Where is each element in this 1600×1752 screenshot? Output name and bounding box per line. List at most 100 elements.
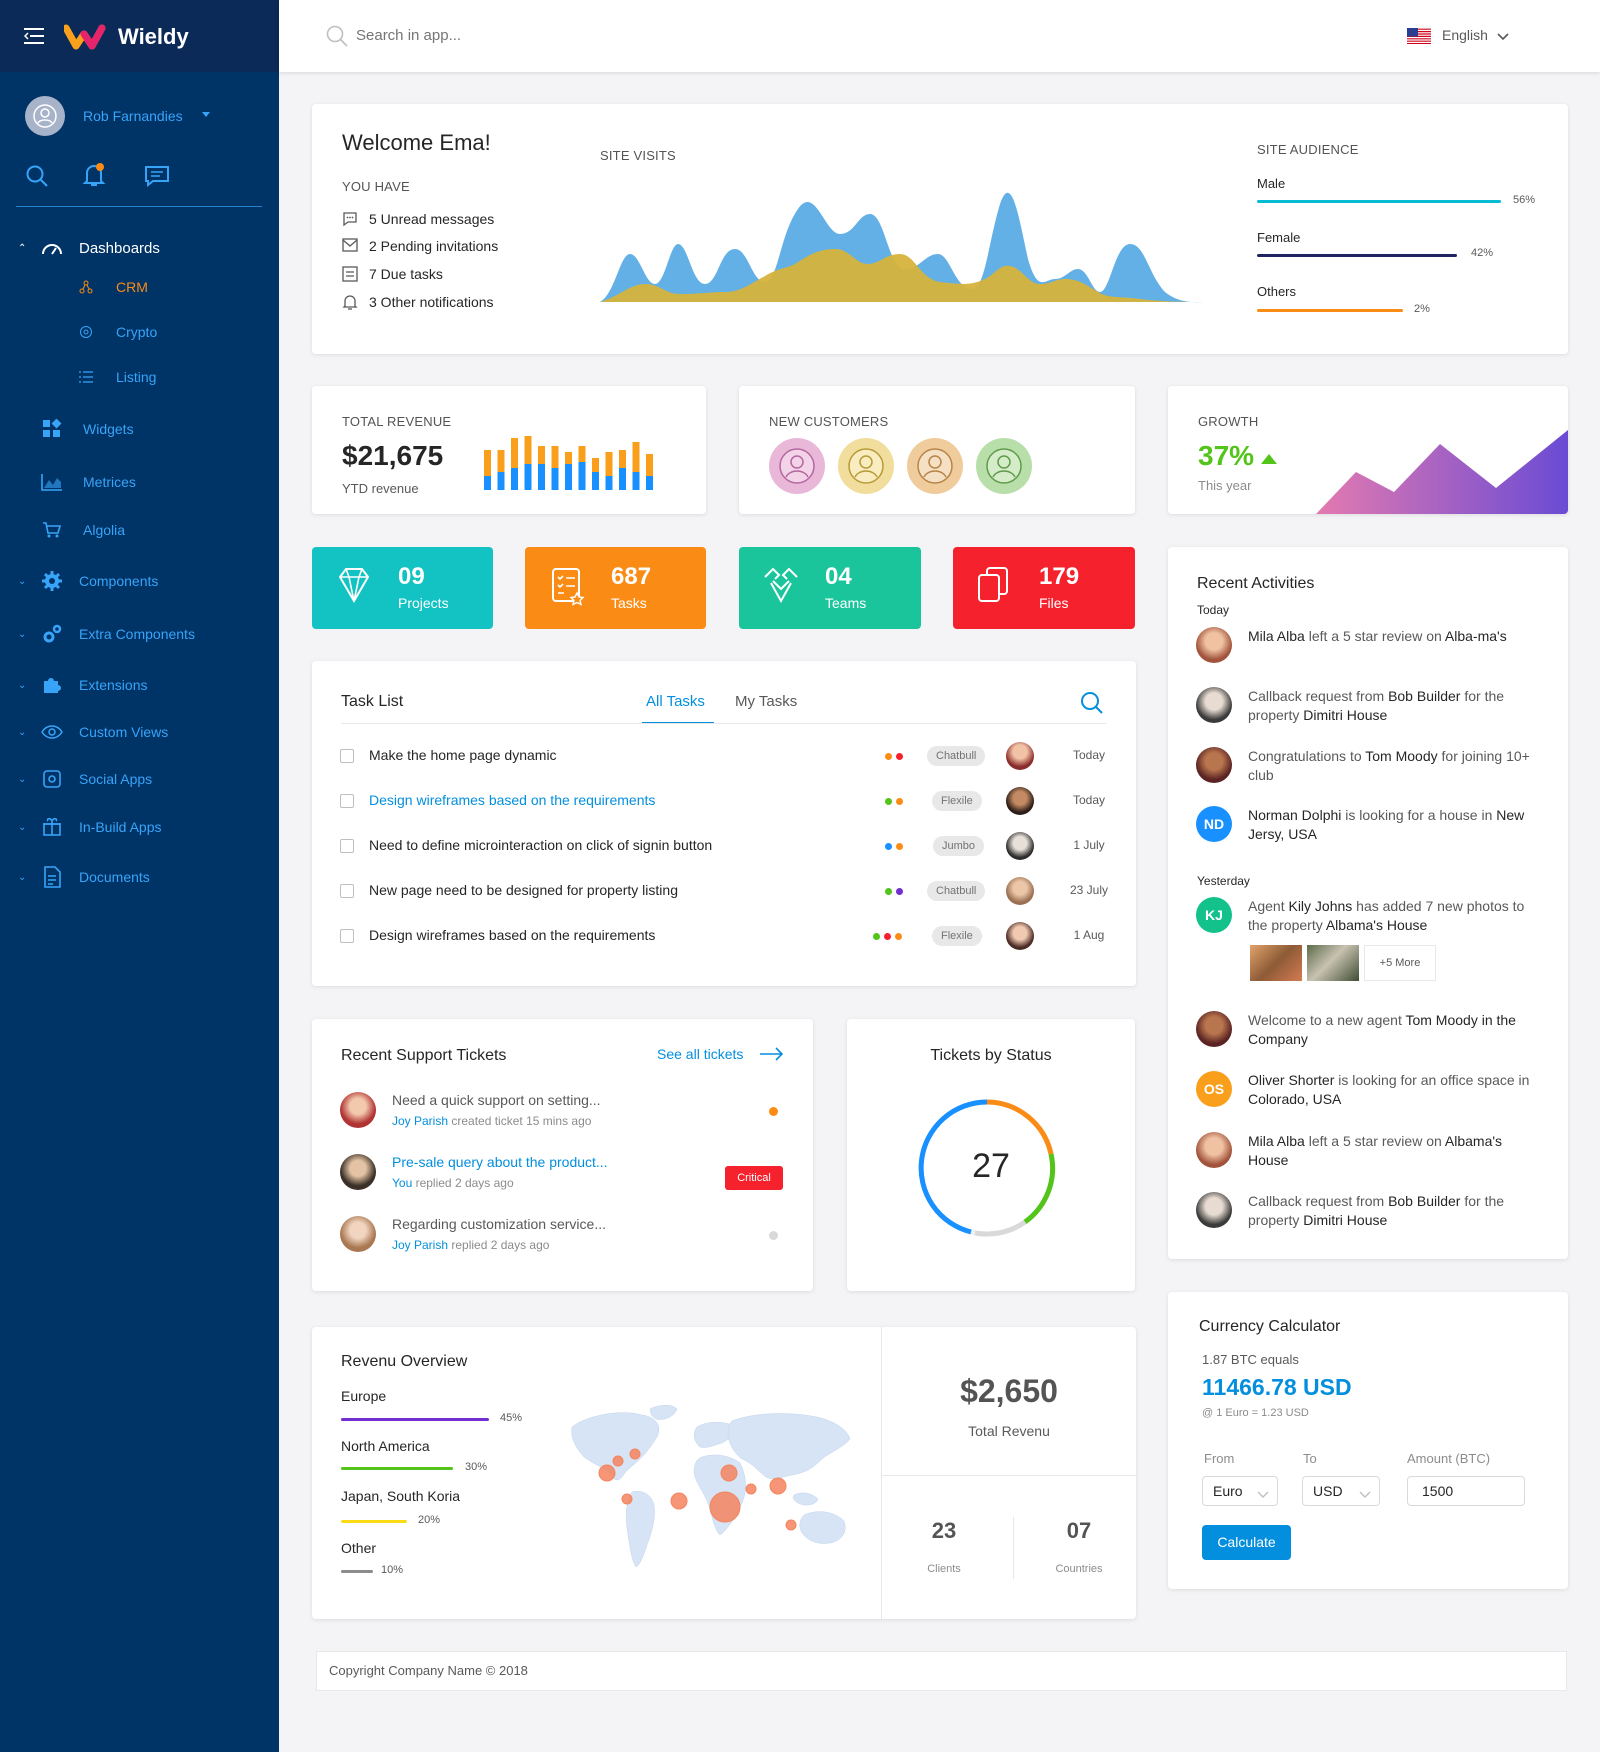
ticket-avatar[interactable] [340,1216,376,1252]
from-currency-value: Euro [1213,1483,1243,1499]
ticket-avatar[interactable] [340,1154,376,1190]
task-row[interactable]: Need to define microinteraction on click… [312,825,1136,870]
ticket-title: Pre-sale query about the product... [392,1154,608,1170]
revenue-bar-orange [524,436,532,464]
assignee-avatar[interactable] [1006,922,1034,950]
revenue-sub: YTD revenue [342,481,419,496]
sidebar-item-components[interactable]: ⌄ Components [0,566,279,596]
calculate-button[interactable]: Calculate [1202,1525,1291,1560]
task-row[interactable]: New page need to be designed for propert… [312,870,1136,915]
activity-photo[interactable] [1250,945,1302,981]
revenue-caption: TOTAL REVENUE [342,414,452,429]
activity-avatar[interactable] [1196,1132,1232,1168]
task-checkbox[interactable] [340,839,354,853]
sidebar-item-algolia[interactable]: Algolia [0,515,279,545]
ticket-item[interactable]: Regarding customization service... Joy P… [312,1216,810,1266]
welcome-item[interactable]: 3 Other notifications [369,294,494,310]
revenue-bar-blue [538,464,545,490]
tab-my-tasks[interactable]: My Tasks [735,693,797,710]
hamburger-menu-icon[interactable] [23,28,44,44]
revenue-bar-orange [511,438,518,468]
sidebar-item-in-build-apps[interactable]: ⌄ In-Build Apps [0,812,279,842]
revenue-value: $21,675 [342,440,444,471]
activity-photo[interactable] [1307,945,1359,981]
welcome-item[interactable]: 2 Pending invitations [369,238,498,254]
activity-avatar[interactable]: OS [1196,1071,1232,1107]
stat-card-tasks[interactable]: 687 Tasks [525,547,706,629]
assignee-avatar[interactable] [1006,742,1034,770]
task-checkbox[interactable] [340,884,354,898]
task-tag[interactable]: Chatbull [927,881,986,901]
to-currency-select[interactable]: USD [1302,1476,1380,1506]
user-name[interactable]: Rob Farnandies [83,108,183,124]
customer-avatar[interactable] [907,438,963,494]
task-row[interactable]: Make the home page dynamic Chatbull Toda… [312,735,1136,780]
sidebar-item-widgets[interactable]: Widgets [0,414,279,444]
assignee-avatar[interactable] [1006,832,1034,860]
sidebar-item-dashboards[interactable]: ⌃ Dashboards [0,233,279,263]
sidebar-item-listing[interactable]: Listing [0,362,279,392]
activity-avatar[interactable] [1196,687,1232,723]
brand-name: Wieldy [118,24,189,49]
assignee-avatar[interactable] [1006,787,1034,815]
ticket-item[interactable]: Need a quick support on setting... Joy P… [312,1092,810,1142]
task-tag[interactable]: Chatbull [927,746,986,766]
welcome-item[interactable]: 5 Unread messages [369,211,494,227]
from-currency-select[interactable]: Euro [1202,1476,1278,1506]
welcome-item[interactable]: 7 Due tasks [369,266,443,282]
customer-avatar[interactable] [976,438,1032,494]
ticket-item[interactable]: Pre-sale query about the product... You … [312,1154,810,1204]
activity-avatar[interactable]: ND [1196,806,1232,842]
us-flag-icon[interactable] [1407,28,1431,45]
revenue-bar-blue [511,468,518,490]
sidebar-item-social-apps[interactable]: ⌄ Social Apps [0,764,279,794]
customer-avatar[interactable] [769,438,825,494]
task-tag[interactable]: Flexile [932,926,982,946]
activity-avatar[interactable] [1196,627,1232,663]
activity-avatar[interactable]: KJ [1196,897,1232,933]
currency-calculator-card: Currency Calculator 1.87 BTC equals 1146… [1168,1292,1568,1589]
search-input[interactable] [356,22,756,48]
user-avatar[interactable] [25,96,65,136]
customer-avatar[interactable] [838,438,894,494]
activity-avatar[interactable] [1196,1192,1232,1228]
sidebar-item-documents[interactable]: ⌄ Documents [0,862,279,892]
amount-input[interactable]: 1500 [1407,1476,1525,1506]
assignee-avatar[interactable] [1006,877,1034,905]
language-label[interactable]: English [1442,27,1488,43]
search-icon[interactable] [25,164,49,191]
stat-label: Files [1039,595,1069,611]
tab-all-tasks[interactable]: All Tasks [646,693,705,710]
recent-activities-card: Recent Activities Today Mila Alba left a… [1168,547,1568,1259]
search-icon[interactable] [1080,691,1104,718]
task-tag[interactable]: Jumbo [933,836,985,856]
sidebar-item-custom-views[interactable]: ⌄ Custom Views [0,717,279,747]
arrow-right-icon[interactable] [759,1046,785,1065]
sidebar-item-extensions[interactable]: ⌄ Extensions [0,670,279,700]
sidebar-divider [16,206,262,207]
task-row[interactable]: Design wireframes based on the requireme… [312,915,1136,960]
stat-card-files[interactable]: 179 Files [953,547,1135,629]
sidebar-item-extra-components[interactable]: ⌄ Extra Components [0,619,279,649]
chevron-down-icon[interactable] [1497,29,1509,45]
activity-avatar[interactable] [1196,747,1232,783]
sidebar-item-metrices[interactable]: Metrices [0,467,279,497]
ticket-avatar[interactable] [340,1092,376,1128]
sidebar-item-crm[interactable]: CRM [0,272,279,302]
task-row[interactable]: Design wireframes based on the requireme… [312,780,1136,825]
sidebar-item-crypto[interactable]: Crypto [0,317,279,347]
task-checkbox[interactable] [340,929,354,943]
notification-bell-icon[interactable] [82,162,106,191]
search-icon[interactable] [325,24,349,51]
stat-card-teams[interactable]: 04 Teams [739,547,921,629]
more-photos-button[interactable]: +5 More [1364,945,1436,981]
see-all-tickets-link[interactable]: See all tickets [657,1046,743,1062]
message-icon[interactable] [144,164,170,191]
stat-card-projects[interactable]: 09 Projects [312,547,493,629]
sidebar-header: Wieldy [0,0,279,72]
activity-avatar[interactable] [1196,1011,1232,1047]
task-tag[interactable]: Flexile [932,791,982,811]
caret-down-icon[interactable] [202,112,210,117]
task-checkbox[interactable] [340,794,354,808]
task-checkbox[interactable] [340,749,354,763]
